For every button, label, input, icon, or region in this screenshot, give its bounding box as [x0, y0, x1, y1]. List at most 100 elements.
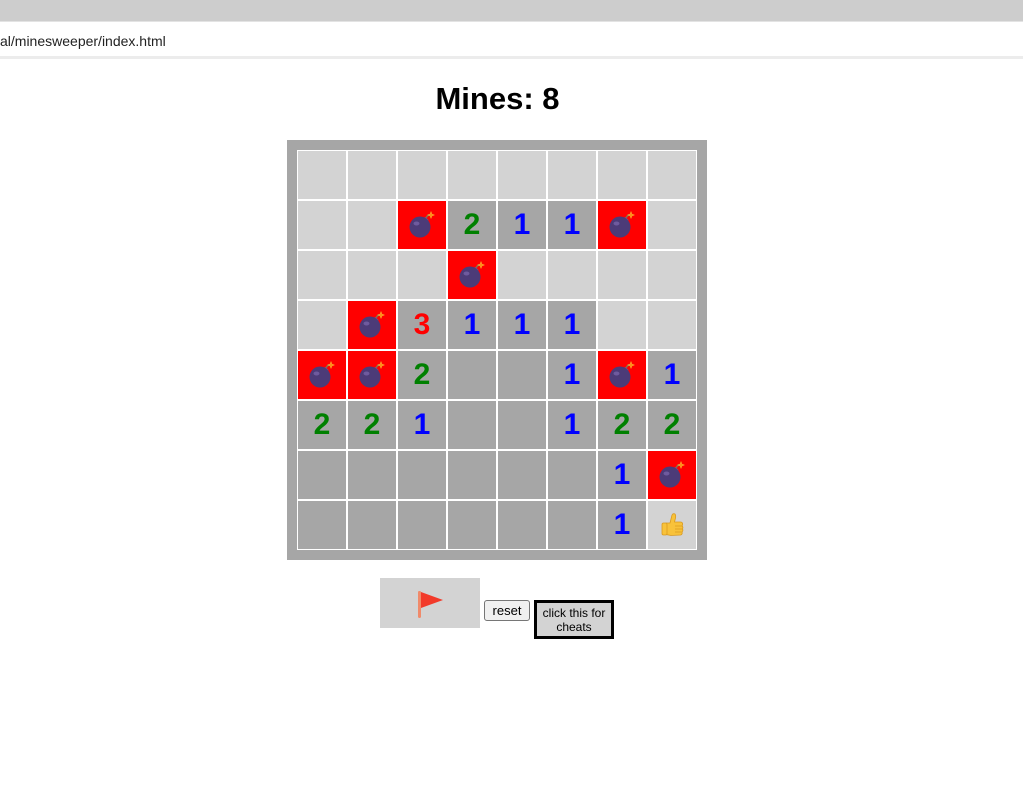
cell-number[interactable]: 3 — [397, 300, 447, 350]
cell-number[interactable]: 1 — [397, 400, 447, 450]
bomb-icon — [607, 210, 637, 240]
cell-number[interactable]: 1 — [497, 300, 547, 350]
cell-hidden[interactable] — [547, 150, 597, 200]
cell-number-label: 2 — [313, 408, 331, 441]
cell-open-empty[interactable] — [497, 400, 547, 450]
cell-open-empty[interactable] — [497, 450, 547, 500]
cell-open-empty[interactable] — [447, 400, 497, 450]
cell-mine[interactable] — [447, 250, 497, 300]
cell-mine[interactable] — [597, 350, 647, 400]
cheats-button[interactable]: click this for cheats — [534, 600, 614, 639]
cell-hidden[interactable] — [397, 150, 447, 200]
game-board-frame: 211311121122112211 — [287, 140, 707, 560]
cell-hidden[interactable] — [297, 300, 347, 350]
browser-tab-strip — [0, 0, 1023, 21]
cell-hidden[interactable] — [297, 150, 347, 200]
cell-hidden[interactable] — [497, 250, 547, 300]
cell-mine[interactable] — [297, 350, 347, 400]
cell-number-label: 1 — [563, 308, 581, 341]
cell-open-empty[interactable] — [447, 450, 497, 500]
cell-number[interactable]: 1 — [597, 450, 647, 500]
cell-number-label: 1 — [563, 358, 581, 391]
cell-hidden[interactable] — [347, 200, 397, 250]
cell-hidden[interactable] — [647, 200, 697, 250]
cell-number[interactable]: 2 — [397, 350, 447, 400]
cell-open-empty[interactable] — [497, 500, 547, 550]
cell-mine[interactable] — [597, 200, 647, 250]
cell-hidden[interactable] — [297, 200, 347, 250]
cell-number-label: 1 — [613, 458, 631, 491]
cell-hidden[interactable] — [397, 250, 447, 300]
cell-number[interactable]: 1 — [547, 300, 597, 350]
cell-open-empty[interactable] — [347, 450, 397, 500]
cell-number[interactable]: 1 — [547, 200, 597, 250]
bomb-icon — [657, 460, 687, 490]
cell-hidden[interactable] — [297, 250, 347, 300]
cell-hidden[interactable] — [647, 300, 697, 350]
cell-number-label: 1 — [613, 508, 631, 541]
bomb-icon — [357, 360, 387, 390]
cell-number-label: 2 — [613, 408, 631, 441]
cell-number-label: 1 — [663, 358, 681, 391]
address-url[interactable]: al/minesweeper/index.html — [0, 33, 166, 49]
cell-number[interactable]: 1 — [597, 500, 647, 550]
cell-open-empty[interactable] — [297, 500, 347, 550]
cell-open-empty[interactable] — [447, 500, 497, 550]
cell-mine[interactable] — [347, 350, 397, 400]
cell-number[interactable]: 1 — [497, 200, 547, 250]
cell-number[interactable]: 2 — [297, 400, 347, 450]
cell-hidden[interactable] — [497, 150, 547, 200]
cell-number-label: 1 — [563, 208, 581, 241]
cell-hidden[interactable] — [547, 250, 597, 300]
cell-number[interactable]: 1 — [647, 350, 697, 400]
reset-button[interactable]: reset — [484, 600, 530, 621]
cell-open-empty[interactable] — [447, 350, 497, 400]
cell-number[interactable]: 1 — [547, 350, 597, 400]
cell-open-empty[interactable] — [397, 500, 447, 550]
flag-mode-button[interactable] — [380, 578, 480, 628]
cell-number-label: 3 — [413, 308, 431, 341]
cell-mine[interactable] — [397, 200, 447, 250]
cell-number-label: 2 — [463, 208, 481, 241]
mines-counter-title: Mines: 8 — [435, 81, 560, 116]
cell-flagged-correct[interactable] — [647, 500, 697, 550]
bomb-icon — [307, 360, 337, 390]
cell-number-label: 2 — [413, 358, 431, 391]
cell-number-label: 2 — [663, 408, 681, 441]
cell-open-empty[interactable] — [397, 450, 447, 500]
cell-number-label: 1 — [513, 208, 531, 241]
bomb-icon — [407, 210, 437, 240]
address-bar[interactable]: al/minesweeper/index.html — [0, 21, 1023, 59]
bomb-icon — [357, 310, 387, 340]
cell-number[interactable]: 1 — [447, 300, 497, 350]
cell-open-empty[interactable] — [497, 350, 547, 400]
bomb-icon — [457, 260, 487, 290]
cell-number-label: 1 — [563, 408, 581, 441]
cell-mine[interactable] — [347, 300, 397, 350]
cell-number-label: 1 — [463, 308, 481, 341]
cell-open-empty[interactable] — [547, 500, 597, 550]
cell-number[interactable]: 2 — [597, 400, 647, 450]
cell-hidden[interactable] — [647, 150, 697, 200]
cell-number[interactable]: 2 — [347, 400, 397, 450]
cell-hidden[interactable] — [447, 150, 497, 200]
cell-hidden[interactable] — [347, 250, 397, 300]
cell-open-empty[interactable] — [297, 450, 347, 500]
cell-hidden[interactable] — [597, 250, 647, 300]
cell-mine[interactable] — [647, 450, 697, 500]
cell-number[interactable]: 2 — [447, 200, 497, 250]
cell-hidden[interactable] — [597, 150, 647, 200]
thumbs-up-icon — [657, 510, 687, 540]
cell-number-label: 2 — [363, 408, 381, 441]
cell-number-label: 1 — [513, 308, 531, 341]
cell-number[interactable]: 1 — [547, 400, 597, 450]
bomb-icon — [607, 360, 637, 390]
game-board: 211311121122112211 — [297, 150, 697, 550]
cell-hidden[interactable] — [597, 300, 647, 350]
cell-open-empty[interactable] — [347, 500, 397, 550]
cell-hidden[interactable] — [647, 250, 697, 300]
cell-hidden[interactable] — [347, 150, 397, 200]
cell-number[interactable]: 2 — [647, 400, 697, 450]
cell-open-empty[interactable] — [547, 450, 597, 500]
flag-icon — [418, 591, 443, 618]
